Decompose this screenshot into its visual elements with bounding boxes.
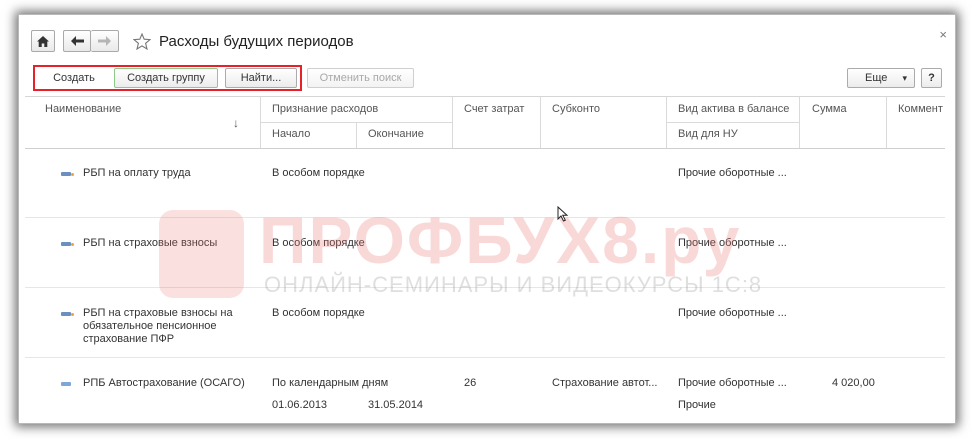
back-button[interactable] (63, 30, 91, 52)
more-button[interactable]: Еще ▾ (847, 68, 915, 88)
star-icon (133, 32, 151, 50)
row-name: РПБ Автострахование (ОСАГО) (83, 377, 245, 389)
column-header-comment[interactable]: Коммент (898, 103, 943, 115)
catalog-item-icon (61, 382, 71, 386)
column-header-start[interactable]: Начало (272, 128, 310, 140)
create-group-button[interactable]: Создать группу (114, 68, 218, 88)
mouse-pointer-icon (557, 206, 569, 222)
page-title: Расходы будущих периодов (159, 32, 354, 50)
row-cost-account: 26 (464, 377, 477, 389)
column-header-recognition[interactable]: Признание расходов (272, 103, 378, 115)
title-bar: Расходы будущих периодов (31, 29, 354, 53)
row-recognition: В особом порядке (272, 307, 365, 319)
header-divider (799, 97, 800, 148)
row-recognition: В особом порядке (272, 237, 365, 249)
arrow-right-icon (98, 36, 111, 46)
form-window: × Расходы будущих периодов Создать Созда… (18, 14, 956, 424)
cancel-search-button[interactable]: Отменить поиск (307, 68, 414, 88)
column-header-end[interactable]: Окончание (368, 128, 424, 140)
column-header-name[interactable]: Наименование (45, 103, 121, 115)
row-tax-type: Прочие (678, 399, 716, 411)
create-button[interactable]: Создать (36, 68, 112, 88)
column-header-cost-account[interactable]: Счет затрат (464, 103, 524, 115)
column-header-asset-type[interactable]: Вид актива в балансе (678, 103, 789, 115)
home-icon (37, 35, 49, 47)
row-name: РБП на оплату труда (83, 167, 191, 179)
header-bottom-line (25, 148, 945, 149)
column-header-tax-type[interactable]: Вид для НУ (678, 128, 738, 140)
row-name: РБП на страховые взносы на обязательное … (83, 307, 233, 345)
row-recognition: В особом порядке (272, 167, 365, 179)
favorite-button[interactable] (133, 32, 151, 50)
close-icon[interactable]: × (939, 28, 947, 41)
chevron-down-icon: ▾ (902, 72, 907, 83)
row-subconto: Страхование автот... (552, 377, 658, 389)
row-name: РБП на страховые взносы (83, 237, 218, 249)
forward-button[interactable] (91, 30, 119, 52)
header-divider (452, 97, 453, 148)
header-divider (667, 122, 799, 123)
header-divider (886, 97, 887, 148)
row-separator (25, 217, 945, 218)
header-divider (261, 122, 452, 123)
command-bar: Создать Создать группу Найти... Отменить… (31, 65, 943, 91)
row-separator (25, 357, 945, 358)
catalog-item-icon (61, 312, 74, 316)
row-asset-type: Прочие оборотные ... (678, 167, 787, 179)
row-asset-type: Прочие оборотные ... (678, 237, 787, 249)
find-button[interactable]: Найти... (225, 68, 297, 88)
catalog-item-icon (61, 242, 74, 246)
catalog-item-icon (61, 172, 74, 176)
list-table: Наименование ↓ Признание расходов Начало… (25, 96, 945, 423)
column-header-amount[interactable]: Сумма (812, 103, 847, 115)
row-separator (25, 287, 945, 288)
row-amount: 4 020,00 (832, 377, 875, 389)
row-asset-type: Прочие оборотные ... (678, 307, 787, 319)
header-divider (356, 122, 357, 148)
row-end: 31.05.2014 (368, 399, 424, 411)
arrow-left-icon (70, 36, 84, 46)
column-header-subconto[interactable]: Субконто (552, 103, 600, 115)
header-divider (540, 97, 541, 148)
home-button[interactable] (31, 30, 55, 52)
help-button[interactable]: ? (921, 68, 942, 88)
history-nav (63, 30, 119, 52)
row-recognition: По календарным дням (272, 377, 389, 389)
more-button-label: Еще (865, 72, 888, 84)
row-asset-type: Прочие оборотные ... (678, 377, 787, 389)
row-start: 01.06.2013 (272, 399, 328, 411)
sort-arrow-icon[interactable]: ↓ (233, 116, 239, 130)
